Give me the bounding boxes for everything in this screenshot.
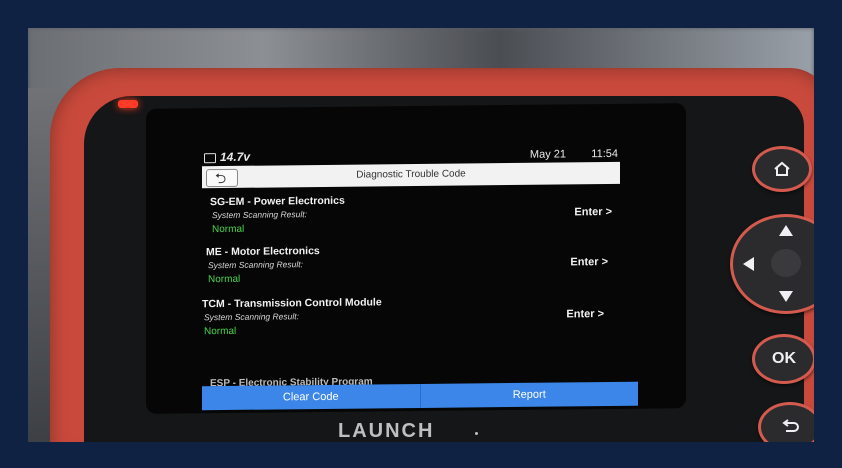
list-item[interactable]: SG-EM - Power Electronics System Scannin… <box>204 192 624 246</box>
scan-result-status: Normal <box>208 273 241 286</box>
device-screen: 14.7v May 21 11:54 ⮌ Diagnostic Trouble … <box>146 103 686 414</box>
brand-logo: LAUNCH <box>338 420 435 442</box>
power-led <box>118 100 138 108</box>
list-item[interactable]: TCM - Transmission Control Module System… <box>196 294 616 348</box>
voltage-readout: 14.7v <box>220 149 251 165</box>
photo: 14.7v May 21 11:54 ⮌ Diagnostic Trouble … <box>28 28 814 442</box>
enter-button[interactable]: Enter > <box>566 308 604 320</box>
ok-button[interactable]: OK <box>752 334 814 384</box>
title-bar: ⮌ Diagnostic Trouble Code <box>202 161 620 189</box>
page-title: Diagnostic Trouble Code <box>356 168 466 181</box>
scan-result-status: Normal <box>204 325 237 338</box>
action-bar: Clear Code Report <box>202 381 638 411</box>
report-button[interactable]: Report <box>420 381 638 408</box>
status-time: 11:54 <box>591 147 618 161</box>
module-name: SG-EM - Power Electronics <box>210 194 345 209</box>
enter-button[interactable]: Enter > <box>574 206 612 218</box>
arrow-down-icon[interactable] <box>779 291 793 302</box>
module-name: ME - Motor Electronics <box>206 245 320 259</box>
status-date: May 21 <box>529 148 566 161</box>
home-icon <box>774 161 790 176</box>
list-item[interactable]: ME - Motor Electronics System Scanning R… <box>200 242 620 296</box>
back-icon <box>782 419 799 432</box>
arrow-left-icon[interactable] <box>743 257 754 271</box>
arrow-up-icon[interactable] <box>779 225 793 236</box>
scan-result-label: System Scanning Result: <box>208 259 303 271</box>
brand-dot <box>475 432 478 435</box>
home-button[interactable] <box>752 146 812 192</box>
enter-button[interactable]: Enter > <box>570 256 608 268</box>
module-name: TCM - Transmission Control Module <box>202 296 382 311</box>
clear-code-button[interactable]: Clear Code <box>202 383 421 411</box>
scan-result-status: Normal <box>212 223 245 236</box>
battery-icon <box>204 153 216 164</box>
scan-result-label: System Scanning Result: <box>212 209 307 221</box>
dpad-center[interactable] <box>771 249 801 277</box>
scan-result-label: System Scanning Result: <box>204 311 299 323</box>
